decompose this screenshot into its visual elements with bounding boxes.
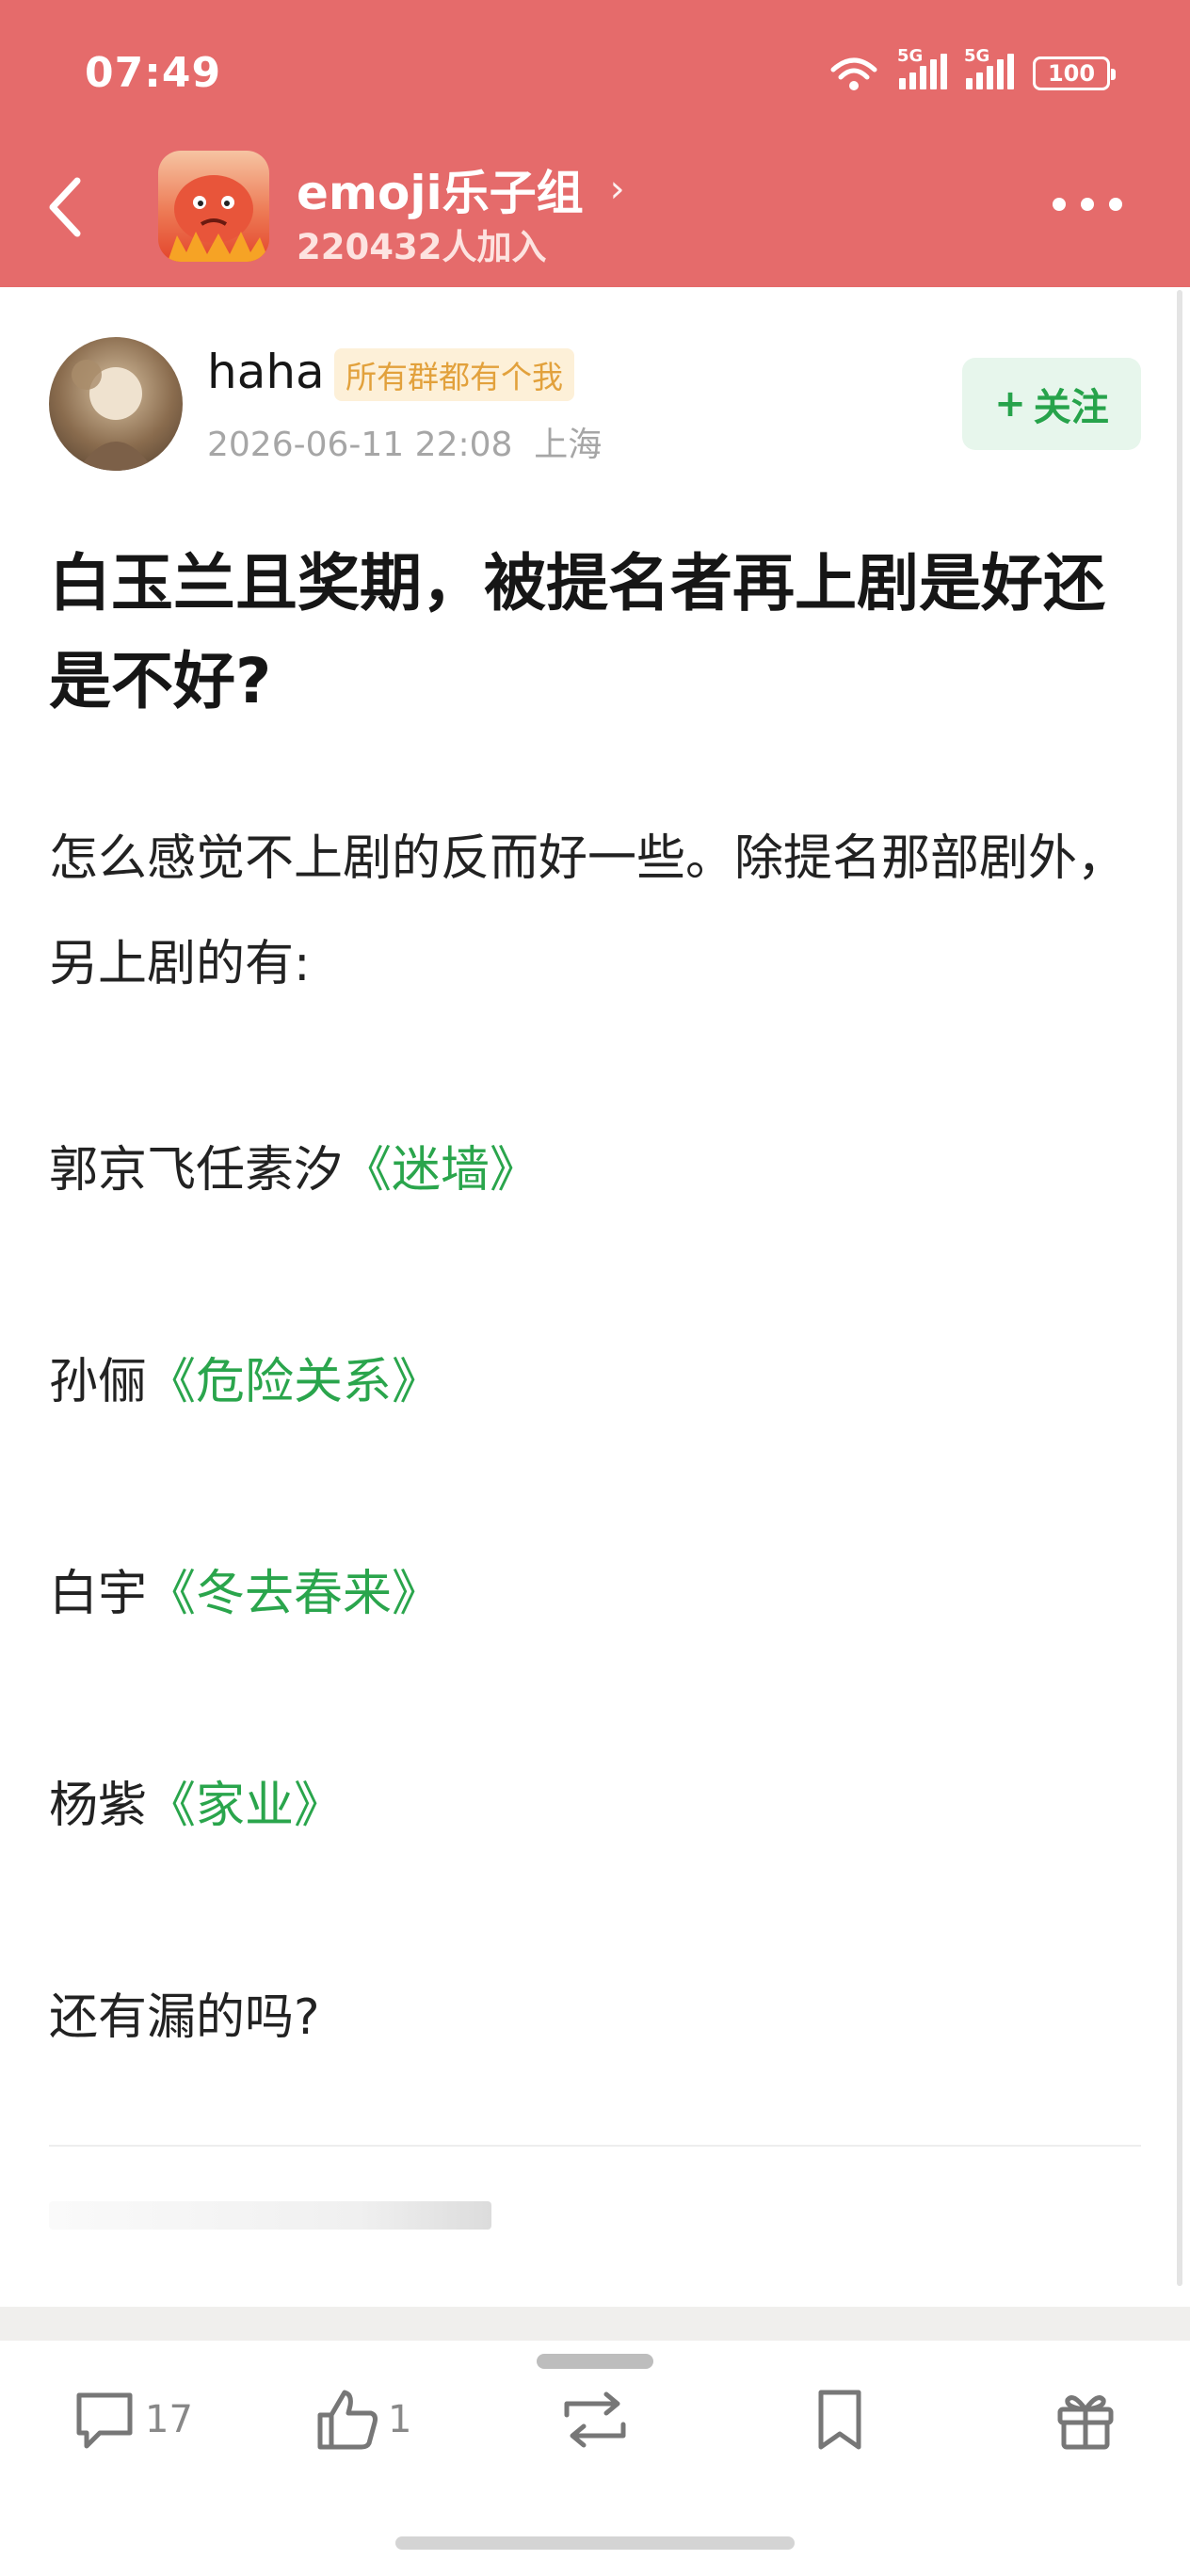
work-link[interactable]: 《冬去春来》 — [147, 1566, 441, 1622]
action-row: 17 1 — [0, 2382, 1190, 2457]
like-button[interactable]: 1 — [314, 2382, 411, 2457]
battery-icon: 100 — [1033, 56, 1116, 90]
comment-button[interactable]: 17 — [72, 2382, 193, 2457]
thumbs-up-icon — [317, 2390, 378, 2450]
back-icon[interactable] — [38, 169, 94, 245]
status-time: 07:49 — [85, 49, 222, 97]
list-item: 杨紫《家业》 — [49, 1778, 344, 1834]
wifi-icon — [830, 57, 877, 90]
home-indicator[interactable] — [395, 2536, 795, 2550]
group-name[interactable]: emoji乐子组 › — [297, 155, 625, 223]
author-tag: 所有群都有个我 — [334, 348, 574, 401]
post-meta: 2026-06-11 22:08 上海 — [207, 417, 602, 466]
gift-icon — [1057, 2395, 1114, 2450]
group-member-count: 220432人加入 — [297, 227, 547, 267]
work-link[interactable]: 《家业》 — [147, 1778, 343, 1834]
drag-handle[interactable] — [537, 2354, 653, 2369]
more-options-button[interactable] — [1053, 198, 1122, 211]
bookmark-button[interactable] — [812, 2382, 868, 2457]
list-item: 孙俪《危险关系》 — [49, 1354, 442, 1410]
list-item: 白宇《冬去春来》 — [49, 1566, 442, 1622]
author-avatar[interactable] — [49, 337, 183, 471]
status-icons: 5G 5G 100 — [828, 46, 1116, 92]
repost-icon — [564, 2391, 626, 2448]
group-avatar[interactable] — [158, 151, 269, 262]
work-link[interactable]: 《危险关系》 — [147, 1354, 441, 1410]
post-intro: 怎么感觉不上剧的反而好一些。除提名那部剧外，另上剧的有: — [49, 830, 1127, 992]
repost-button[interactable] — [557, 2382, 633, 2457]
work-link[interactable]: 《迷墙》 — [343, 1142, 539, 1199]
post-location: 上海 — [534, 426, 603, 464]
blurred-content — [49, 2201, 491, 2230]
post-datetime: 2026-06-11 22:08 — [207, 426, 513, 464]
plus-icon: + — [994, 382, 1026, 426]
signal-icon: 5G — [897, 46, 947, 89]
like-count: 1 — [388, 2398, 412, 2441]
scrollbar[interactable] — [1177, 290, 1182, 2286]
follow-button[interactable]: + 关注 — [962, 358, 1141, 450]
post-title: 白玉兰且奖期，被提名者再上剧是好还是不好? — [49, 547, 1105, 717]
chevron-right-icon: › — [609, 168, 625, 211]
signal-icon-2: 5G — [964, 46, 1014, 89]
list-item: 郭京飞任素汐《迷墙》 — [49, 1142, 539, 1199]
comment-icon — [76, 2392, 133, 2449]
author-name[interactable]: haha — [207, 345, 325, 399]
bookmark-icon — [818, 2390, 861, 2450]
divider — [49, 2145, 1141, 2147]
angry-face-icon — [168, 175, 269, 262]
gift-button[interactable] — [1053, 2382, 1118, 2457]
comment-count: 17 — [145, 2398, 193, 2441]
post-closing: 还有漏的吗? — [49, 1989, 320, 2046]
bottom-separator — [0, 2307, 1190, 2341]
app-header: 07:49 5G 5G 100 emoji乐子组 › 220432人加入 — [0, 0, 1190, 287]
